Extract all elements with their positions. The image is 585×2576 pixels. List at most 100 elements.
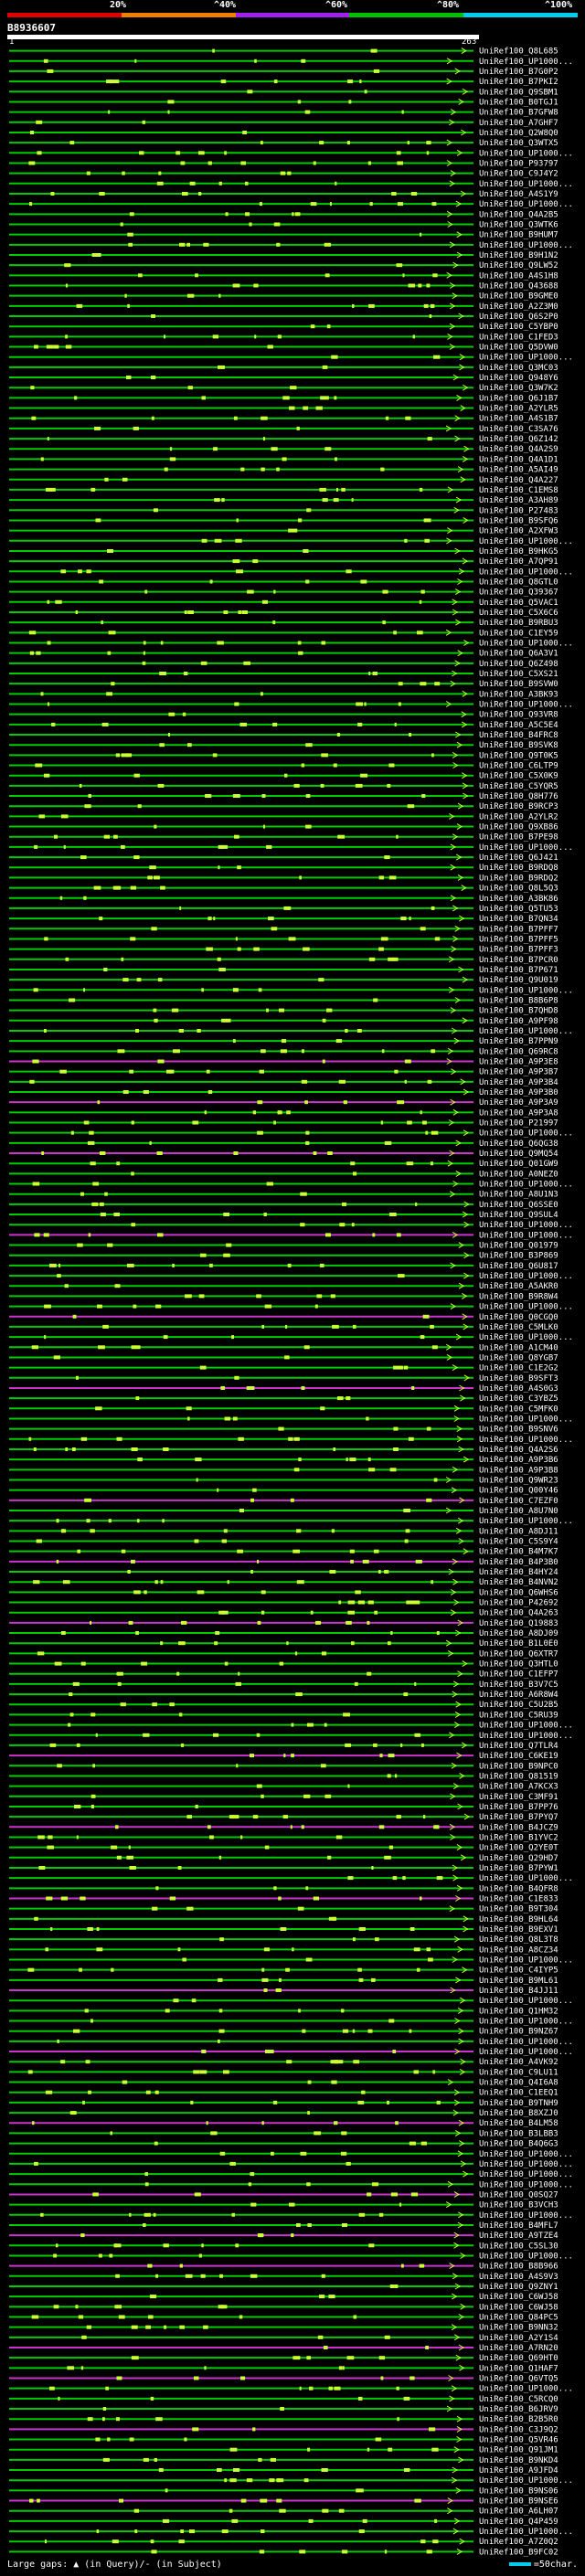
- hit-row[interactable]: UniRef100_Q93VR8: [9, 711, 558, 720]
- hit-label[interactable]: UniRef100_B9HKG5: [479, 547, 558, 557]
- hit-row[interactable]: UniRef100_C3MF91: [9, 1793, 558, 1802]
- hit-row[interactable]: UniRef100_Q1HM32: [9, 2007, 558, 2016]
- hit-row[interactable]: UniRef100_B9HKG5: [9, 547, 558, 557]
- hit-label[interactable]: UniRef100_UP1000...: [479, 58, 573, 67]
- hit-label[interactable]: UniRef100_Q3WTK6: [479, 221, 558, 230]
- hit-label[interactable]: UniRef100_Q948Y6: [479, 374, 558, 383]
- hit-label[interactable]: UniRef100_Q3W7K2: [479, 384, 558, 393]
- hit-row[interactable]: UniRef100_A8U7N0: [9, 1507, 558, 1516]
- hit-label[interactable]: UniRef100_Q1HM32: [479, 2007, 558, 2016]
- hit-row[interactable]: UniRef100_P21997: [9, 1119, 558, 1129]
- hit-row[interactable]: UniRef100_Q9U019: [9, 976, 558, 985]
- hit-row[interactable]: UniRef100_Q43688: [9, 282, 558, 292]
- hit-label[interactable]: UniRef100_Q43688: [479, 282, 558, 292]
- hit-label[interactable]: UniRef100_C1EEQ1: [479, 2089, 558, 2098]
- hit-row[interactable]: UniRef100_P42692: [9, 1599, 558, 1608]
- hit-row[interactable]: UniRef100_B7P671: [9, 966, 558, 975]
- hit-label[interactable]: UniRef100_B7PE98: [479, 833, 558, 843]
- hit-row[interactable]: UniRef100_UP1000...: [9, 1272, 573, 1281]
- hit-row[interactable]: UniRef100_C6LTP9: [9, 762, 558, 771]
- hit-row[interactable]: UniRef100_B9HUM7: [9, 231, 558, 240]
- hit-label[interactable]: UniRef100_A4S1Y9: [479, 190, 558, 199]
- hit-row[interactable]: UniRef100_UP1000...: [9, 180, 573, 189]
- hit-label[interactable]: UniRef100_UP1000...: [479, 1732, 573, 1741]
- hit-label[interactable]: UniRef100_Q6SSE0: [479, 1201, 558, 1210]
- hit-row[interactable]: UniRef100_UP1000...: [9, 2211, 573, 2221]
- hit-label[interactable]: UniRef100_C5U2B5: [479, 1701, 558, 1710]
- hit-label[interactable]: UniRef100_C7EZF0: [479, 1497, 558, 1506]
- hit-label[interactable]: UniRef100_C3YBZ5: [479, 1394, 558, 1404]
- hit-label[interactable]: UniRef100_B9GME0: [479, 292, 558, 302]
- hit-row[interactable]: UniRef100_UP1000...: [9, 2385, 573, 2394]
- hit-row[interactable]: UniRef100_B7PPN9: [9, 1037, 558, 1046]
- hit-row[interactable]: UniRef100_A2YLR2: [9, 812, 558, 822]
- hit-row[interactable]: UniRef100_Q9MQ54: [9, 1150, 558, 1159]
- hit-row[interactable]: UniRef100_C6WJ58: [9, 2303, 558, 2312]
- hit-row[interactable]: UniRef100_Q8L5Q3: [9, 885, 558, 894]
- hit-row[interactable]: UniRef100_A9P3E8: [9, 1058, 558, 1067]
- hit-label[interactable]: UniRef100_A8U1N3: [479, 1191, 558, 1200]
- hit-label[interactable]: UniRef100_B7PFF5: [479, 935, 558, 944]
- hit-row[interactable]: UniRef100_A4S1Y9: [9, 190, 558, 199]
- hit-row[interactable]: UniRef100_Q5VAC1: [9, 599, 558, 608]
- hit-label[interactable]: UniRef100_B3V7C5: [479, 1680, 558, 1690]
- hit-label[interactable]: UniRef100_UP1000...: [479, 1722, 573, 1731]
- hit-row[interactable]: UniRef100_Q4P459: [9, 2518, 558, 2527]
- hit-label[interactable]: UniRef100_B4FRC8: [479, 731, 558, 740]
- hit-label[interactable]: UniRef100_Q6U817: [479, 1262, 558, 1271]
- hit-row[interactable]: UniRef100_B9FC02: [9, 2548, 558, 2557]
- hit-label[interactable]: UniRef100_UP1000...: [479, 1415, 573, 1425]
- hit-row[interactable]: UniRef100_A0NEZ0: [9, 1170, 558, 1179]
- hit-label[interactable]: UniRef100_Q6J421: [479, 853, 558, 863]
- hit-label[interactable]: UniRef100_B9SVW0: [479, 680, 558, 689]
- hit-label[interactable]: UniRef100_B9SFT3: [479, 1374, 558, 1383]
- hit-label[interactable]: UniRef100_B7GFW8: [479, 109, 558, 118]
- hit-row[interactable]: UniRef100_UP1000...: [9, 1415, 573, 1425]
- hit-label[interactable]: UniRef100_Q29HD7: [479, 1854, 558, 1863]
- hit-row[interactable]: UniRef100_UP1000...: [9, 1027, 573, 1036]
- hit-label[interactable]: UniRef100_UP1000...: [479, 1231, 573, 1240]
- hit-label[interactable]: UniRef100_UP1000...: [479, 1956, 573, 1966]
- hit-row[interactable]: UniRef100_Q6Z142: [9, 435, 558, 444]
- hit-row[interactable]: UniRef100_Q2YE0T: [9, 1844, 558, 1853]
- hit-row[interactable]: UniRef100_Q9SUL4: [9, 1211, 558, 1220]
- hit-label[interactable]: UniRef100_A8DJ11: [479, 1527, 558, 1536]
- hit-label[interactable]: UniRef100_UP1000...: [479, 2048, 573, 2057]
- hit-label[interactable]: UniRef100_B7PYQ7: [479, 1813, 558, 1822]
- hit-label[interactable]: UniRef100_C3MF91: [479, 1793, 558, 1802]
- hit-row[interactable]: UniRef100_UP1000...: [9, 1129, 573, 1139]
- hit-label[interactable]: UniRef100_A9PF98: [479, 1017, 558, 1026]
- hit-row[interactable]: UniRef100_UP1000...: [9, 640, 573, 649]
- hit-label[interactable]: UniRef100_UP1000...: [479, 2038, 573, 2047]
- hit-label[interactable]: UniRef100_A5AI49: [479, 466, 558, 475]
- hit-label[interactable]: UniRef100_Q7TLR4: [479, 1742, 558, 1751]
- hit-row[interactable]: UniRef100_B6JRV9: [9, 2405, 558, 2414]
- hit-label[interactable]: UniRef100_B9NN32: [479, 2324, 558, 2333]
- hit-row[interactable]: UniRef100_A4S0G3: [9, 1384, 558, 1394]
- hit-row[interactable]: UniRef100_B1L0E0: [9, 1639, 558, 1648]
- hit-row[interactable]: UniRef100_B7GFW8: [9, 109, 558, 118]
- hit-row[interactable]: UniRef100_B4M7K7: [9, 1548, 558, 1557]
- hit-label[interactable]: UniRef100_B9SNV6: [479, 1426, 558, 1435]
- hit-row[interactable]: UniRef100_C5X0K9: [9, 772, 558, 781]
- hit-row[interactable]: UniRef100_UP1000...: [9, 2150, 573, 2159]
- hit-row[interactable]: UniRef100_Q4A2S6: [9, 1446, 558, 1455]
- hit-row[interactable]: UniRef100_C6WJ58: [9, 2293, 558, 2302]
- hit-label[interactable]: UniRef100_B9HL64: [479, 1915, 558, 1924]
- hit-row[interactable]: UniRef100_Q6VTQ5: [9, 2375, 558, 2384]
- hit-row[interactable]: UniRef100_B8B6P8: [9, 997, 558, 1006]
- hit-label[interactable]: UniRef100_Q01GW9: [479, 1160, 558, 1169]
- hit-label[interactable]: UniRef100_B0TGJ1: [479, 98, 558, 107]
- hit-row[interactable]: UniRef100_B4QFR8: [9, 1884, 558, 1893]
- hit-label[interactable]: UniRef100_A8U7N0: [479, 1507, 558, 1516]
- hit-label[interactable]: UniRef100_B9SVK8: [479, 741, 558, 750]
- hit-row[interactable]: UniRef100_B4MFL7: [9, 2221, 558, 2231]
- hit-row[interactable]: UniRef100_Q8L685: [9, 48, 558, 57]
- hit-label[interactable]: UniRef100_Q8GTL0: [479, 578, 558, 588]
- hit-row[interactable]: UniRef100_B9HL64: [9, 1915, 558, 1924]
- hit-label[interactable]: UniRef100_UP1000...: [479, 1874, 573, 1883]
- hit-label[interactable]: UniRef100_A2XFW3: [479, 527, 558, 536]
- hit-row[interactable]: UniRef100_C1FED3: [9, 333, 558, 342]
- hit-row[interactable]: UniRef100_A7KCX3: [9, 1783, 558, 1792]
- hit-row[interactable]: UniRef100_A6R8W4: [9, 1691, 558, 1700]
